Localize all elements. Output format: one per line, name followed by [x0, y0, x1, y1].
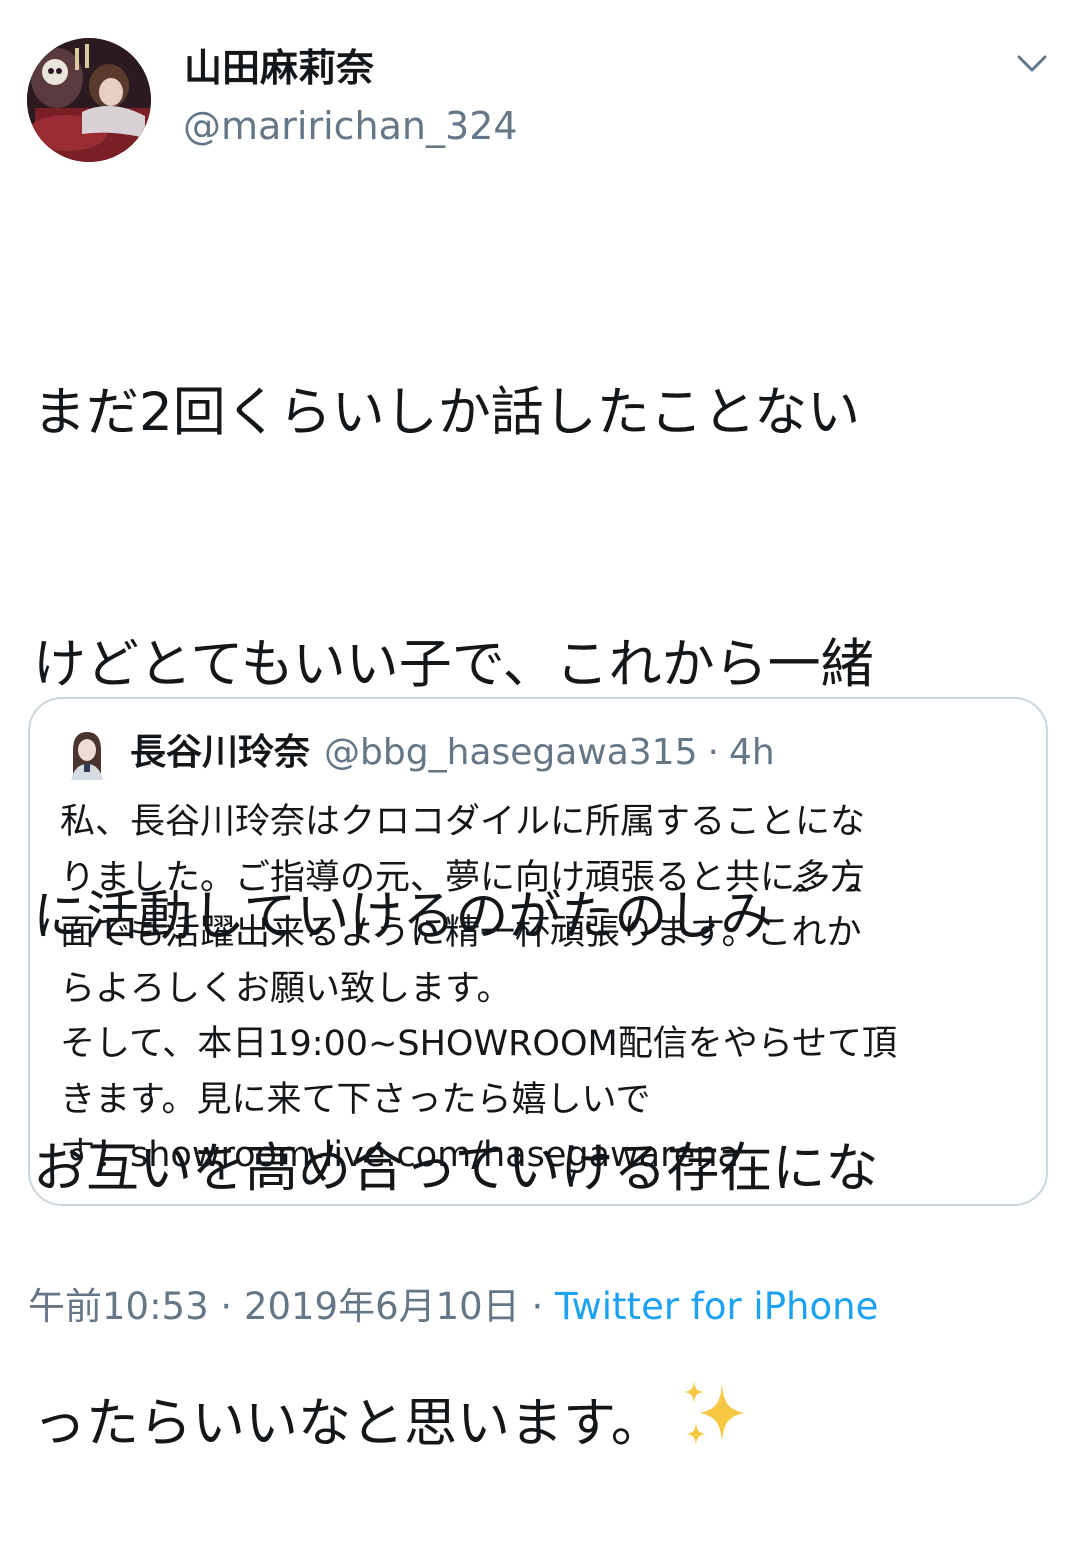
author-screen-name[interactable]: @maririchan_324 — [183, 100, 518, 152]
quoted-text-line: す！showroom-live.com/hasegawarena — [60, 1135, 739, 1175]
footer-separator: · — [220, 1285, 233, 1328]
quoted-text-line: らよろしくお願い致します。 — [60, 968, 512, 1009]
quoted-avatar-photo — [65, 728, 109, 780]
tweet-source-link[interactable]: Twitter for iPhone — [555, 1285, 878, 1328]
author-avatar[interactable] — [27, 38, 151, 162]
avatar-photo — [27, 38, 151, 162]
tweet-text-line: まだ2回くらいしか話したことない — [33, 382, 861, 443]
quoted-tweet-header: 長谷川玲奈 @bbg_hasegawa315 · 4h — [130, 727, 775, 779]
tweet-menu-button[interactable] — [1012, 46, 1052, 82]
quoted-tweet-time[interactable]: 4h — [729, 732, 775, 773]
tweet-date[interactable]: 2019年6月10日 — [244, 1285, 520, 1328]
quoted-meta-separator: · — [707, 732, 719, 773]
sparkles-emoji-icon — [683, 1381, 744, 1445]
quoted-text-line: 面でも活躍出来るように精一杯頑張ります。これか — [60, 913, 862, 953]
author-display-name[interactable]: 山田麻莉奈 — [184, 42, 374, 94]
footer-separator: · — [531, 1285, 544, 1328]
quoted-tweet-text: 私、長谷川玲奈はクロコダイルに所属することにな りました。ご指導の元、夢に向け頑… — [60, 795, 1025, 1184]
quoted-author-avatar[interactable] — [65, 728, 109, 780]
quoted-text-line: 私、長谷川玲奈はクロコダイルに所属することにな — [60, 802, 866, 842]
tweet-text-line: ったらいいなと思います。 — [33, 1393, 664, 1454]
chevron-down-icon — [1017, 55, 1047, 72]
quoted-text-line: そして、本日19:00~SHOWROOM配信をやらせて頂 — [60, 1024, 897, 1064]
quoted-text-line: きます。見に来て下さったら嬉しいで — [60, 1079, 651, 1120]
tweet-time[interactable]: 午前10:53 — [28, 1285, 209, 1328]
tweet-text-line-last: ったらいいなと思います。 — [33, 1379, 1043, 1466]
tweet-footer: 午前10:53 · 2019年6月10日 · Twitter for iPhon… — [28, 1281, 878, 1333]
quoted-author-screen-name[interactable]: @bbg_hasegawa315 — [324, 732, 697, 773]
quoted-text-line: りました。ご指導の元、夢に向け頑張ると共に多方 — [60, 857, 866, 898]
tweet-text-line: けどとてもいい子で、これから一緒 — [33, 634, 874, 695]
quoted-tweet-card[interactable]: 長谷川玲奈 @bbg_hasegawa315 · 4h 私、長谷川玲奈はクロコダイルに… — [28, 697, 1048, 1206]
quoted-author-display-name[interactable]: 長谷川玲奈 — [130, 732, 310, 773]
